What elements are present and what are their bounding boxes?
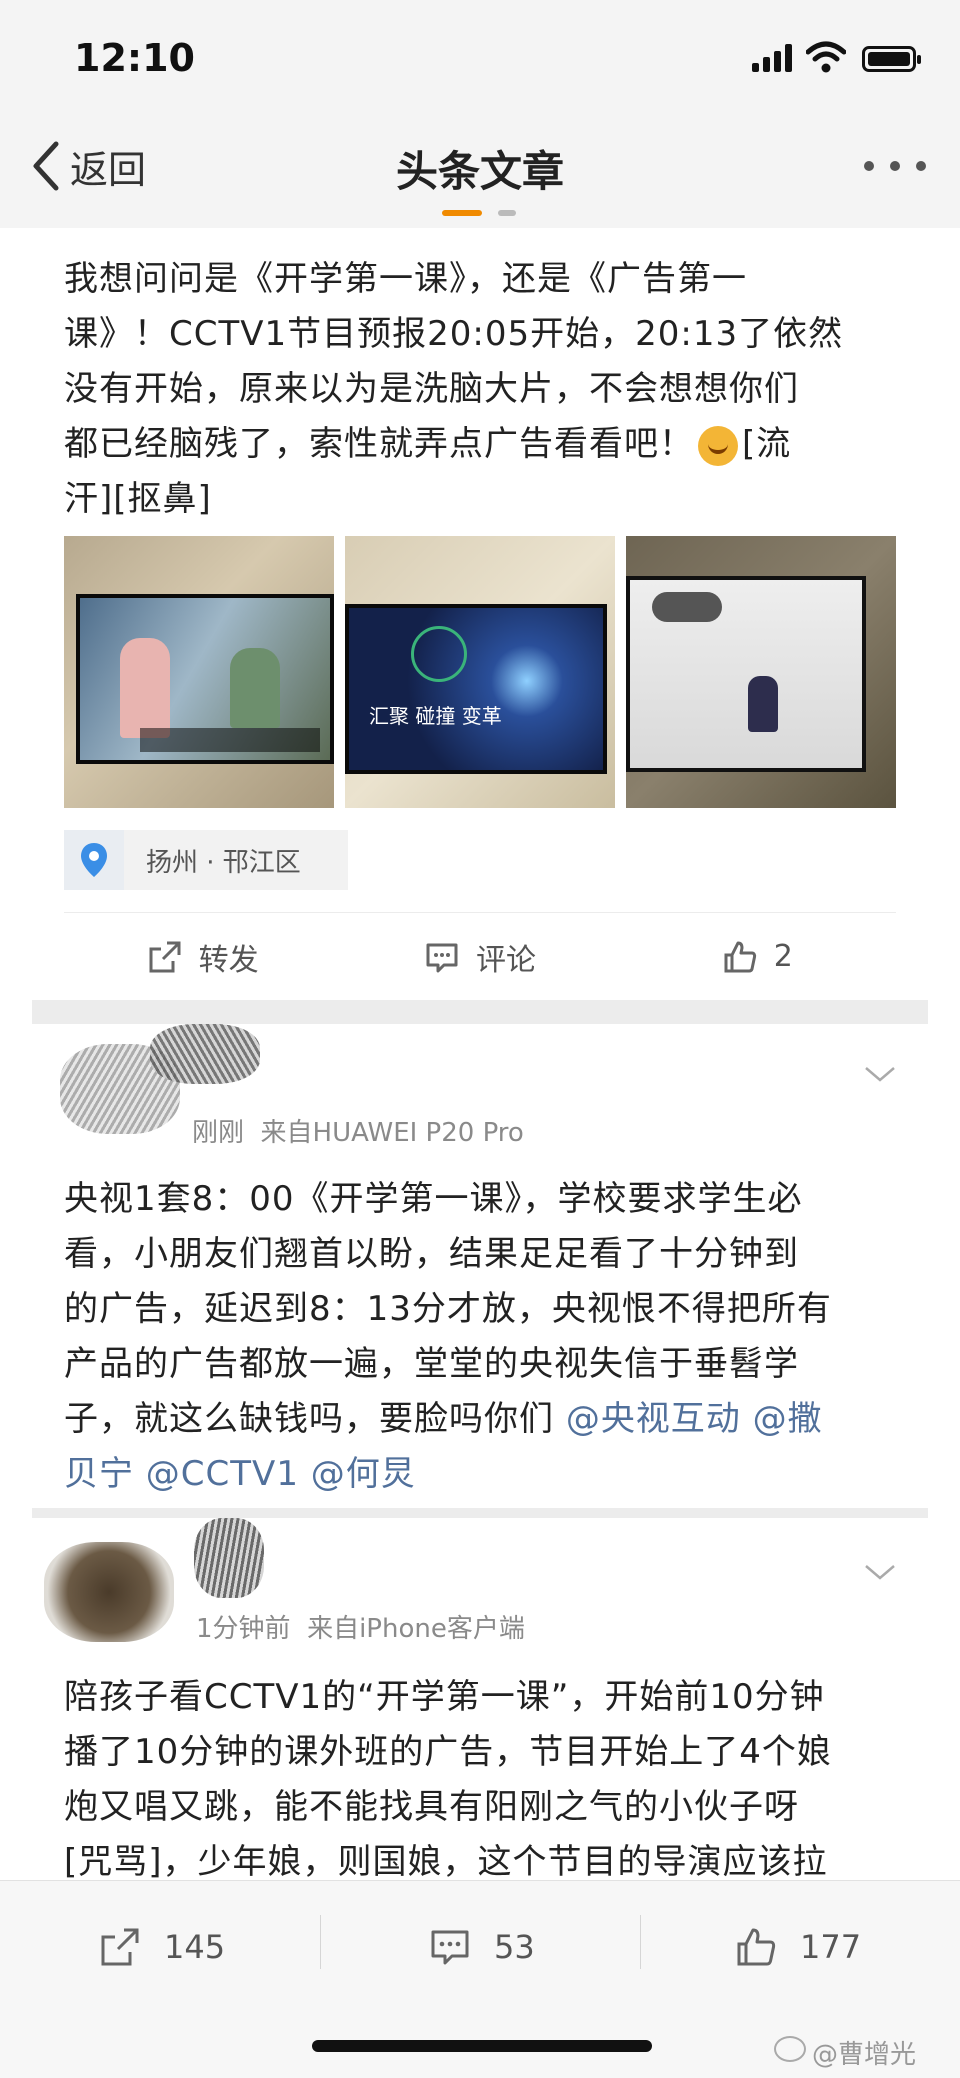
post-text-line: 汗][抠鼻] [64,479,212,519]
location-pin-icon [64,830,124,890]
photo-thumbnail[interactable] [626,536,896,808]
mention-link[interactable]: @何炅 [299,1454,416,1494]
thumbs-up-icon [737,1928,776,1966]
share-icon [101,1928,139,1966]
mention-link[interactable]: @央视互动 [566,1399,741,1439]
comment-icon [426,943,458,972]
section-separator [32,1508,928,1518]
page-indicator-active [442,210,482,216]
mention-link[interactable]: 贝宁 [64,1454,134,1494]
comment-button[interactable]: 评论 [341,913,618,1000]
like-count: 177 [800,1928,862,1966]
post-actions: 转发 评论 2 [64,912,896,1000]
like-count: 2 [773,939,793,974]
forward-count: 145 [164,1928,226,1966]
photo-thumbnail[interactable]: 汇聚 碰撞 变革 [345,536,615,808]
comment-line: 央视1套8：00《开学第一课》，学校要求学生必 [64,1179,803,1219]
post-text-segment: 都已经脑残了，索性就弄点广告看看吧！ [64,424,694,464]
chevron-down-icon[interactable] [864,1064,896,1084]
post-text: 我想问问是《开学第一课》，还是《广告第一 课》！CCTV1节目预报20:05开始… [64,252,904,527]
post-text-line: 没有开始，原来以为是洗脑大片，不会想想你们 [64,369,799,409]
cellular-signal-icon [752,44,794,72]
share-icon [149,941,181,972]
comment-line: 的广告，延迟到8：13分才放，央视恨不得把所有 [64,1289,832,1329]
status-time: 12:10 [74,36,195,80]
photo-grid: 汇聚 碰撞 变革 [64,536,896,808]
like-count-button[interactable]: 177 [734,1917,861,1977]
thumbs-up-icon [724,941,756,972]
more-button[interactable] [864,156,926,176]
location-label: 扬州 · 邗江区 [146,847,301,878]
toolbar-divider [320,1915,321,1969]
comment-source: 来自iPhone客户端 [307,1614,525,1644]
location-tag[interactable]: 扬州 · 邗江区 [64,830,348,890]
wifi-icon [806,41,846,73]
comment-line: 看，小朋友们翘首以盼，结果足足看了十分钟到 [64,1234,799,1274]
mention-link[interactable]: @撒 [741,1399,823,1439]
comment-label: 评论 [475,942,536,978]
top-bar: 12:10 返回 头条文章 [0,0,960,228]
home-indicator[interactable] [312,2040,652,2052]
comment-line: 播了10分钟的课外班的广告，节目开始上了4个娘 [64,1732,832,1772]
forward-count-button[interactable]: 145 [98,1917,225,1977]
like-button[interactable]: 2 [619,913,896,1000]
section-separator [32,1000,928,1024]
forward-label: 转发 [198,942,259,978]
chevron-down-icon[interactable] [864,1562,896,1582]
comment-meta: 1分钟前 来自iPhone客户端 [196,1608,525,1645]
comment-source: 来自HUAWEI P20 Pro [260,1118,524,1148]
photo-thumbnail[interactable] [64,536,334,808]
watermark: @曹增光 [812,2040,917,2070]
forward-button[interactable]: 转发 [64,913,341,1000]
toolbar-divider [640,1915,641,1969]
comment-time: 刚刚 [192,1118,245,1148]
comment-line: 陪孩子看CCTV1的“开学第一课”，开始前10分钟 [64,1677,825,1717]
post-text-line: 我想问问是《开学第一课》，还是《广告第一 [64,259,747,299]
battery-icon [862,46,921,72]
comment-line: 子，就这么缺钱吗，要脸吗你们 @央视互动 @撒 [64,1392,904,1447]
avatar[interactable] [44,1518,264,1642]
post-text-segment: [流 [742,424,792,464]
comment-line-text: 子，就这么缺钱吗，要脸吗你们 [64,1399,566,1439]
comment-line: 炮又唱又跳，能不能找具有阳刚之气的小伙子呀 [64,1787,799,1827]
post-text-line: 都已经脑残了，索性就弄点广告看看吧！ [流 [64,417,904,472]
comment-count-button[interactable]: 53 [428,1917,535,1977]
comment-line: 贝宁 @CCTV1 @何炅 [64,1447,904,1502]
comment-text: 央视1套8：00《开学第一课》，学校要求学生必 看，小朋友们翘首以盼，结果足足看… [64,1172,904,1502]
comment-count: 53 [494,1928,535,1966]
comment-text: 陪孩子看CCTV1的“开学第一课”，开始前10分钟 播了10分钟的课外班的广告，… [64,1670,904,1890]
comment-line: 产品的广告都放一遍，堂堂的央视失信于垂髫学 [64,1344,799,1384]
comment-time: 1分钟前 [196,1614,291,1644]
photo-caption: 汇聚 碰撞 变革 [369,704,502,728]
weibo-logo-icon [774,2036,806,2062]
post-text-line: 课》！CCTV1节目预报20:05开始，20:13了依然 [64,314,844,354]
mention-link[interactable]: @CCTV1 [134,1454,299,1494]
avatar[interactable] [60,1024,260,1144]
sweat-emoji-icon [698,425,738,466]
page-indicator-dot [498,210,516,216]
comment-icon [431,1930,469,1965]
page-title: 头条文章 [395,147,564,196]
comment-meta: 刚刚 来自HUAWEI P20 Pro [192,1112,524,1149]
